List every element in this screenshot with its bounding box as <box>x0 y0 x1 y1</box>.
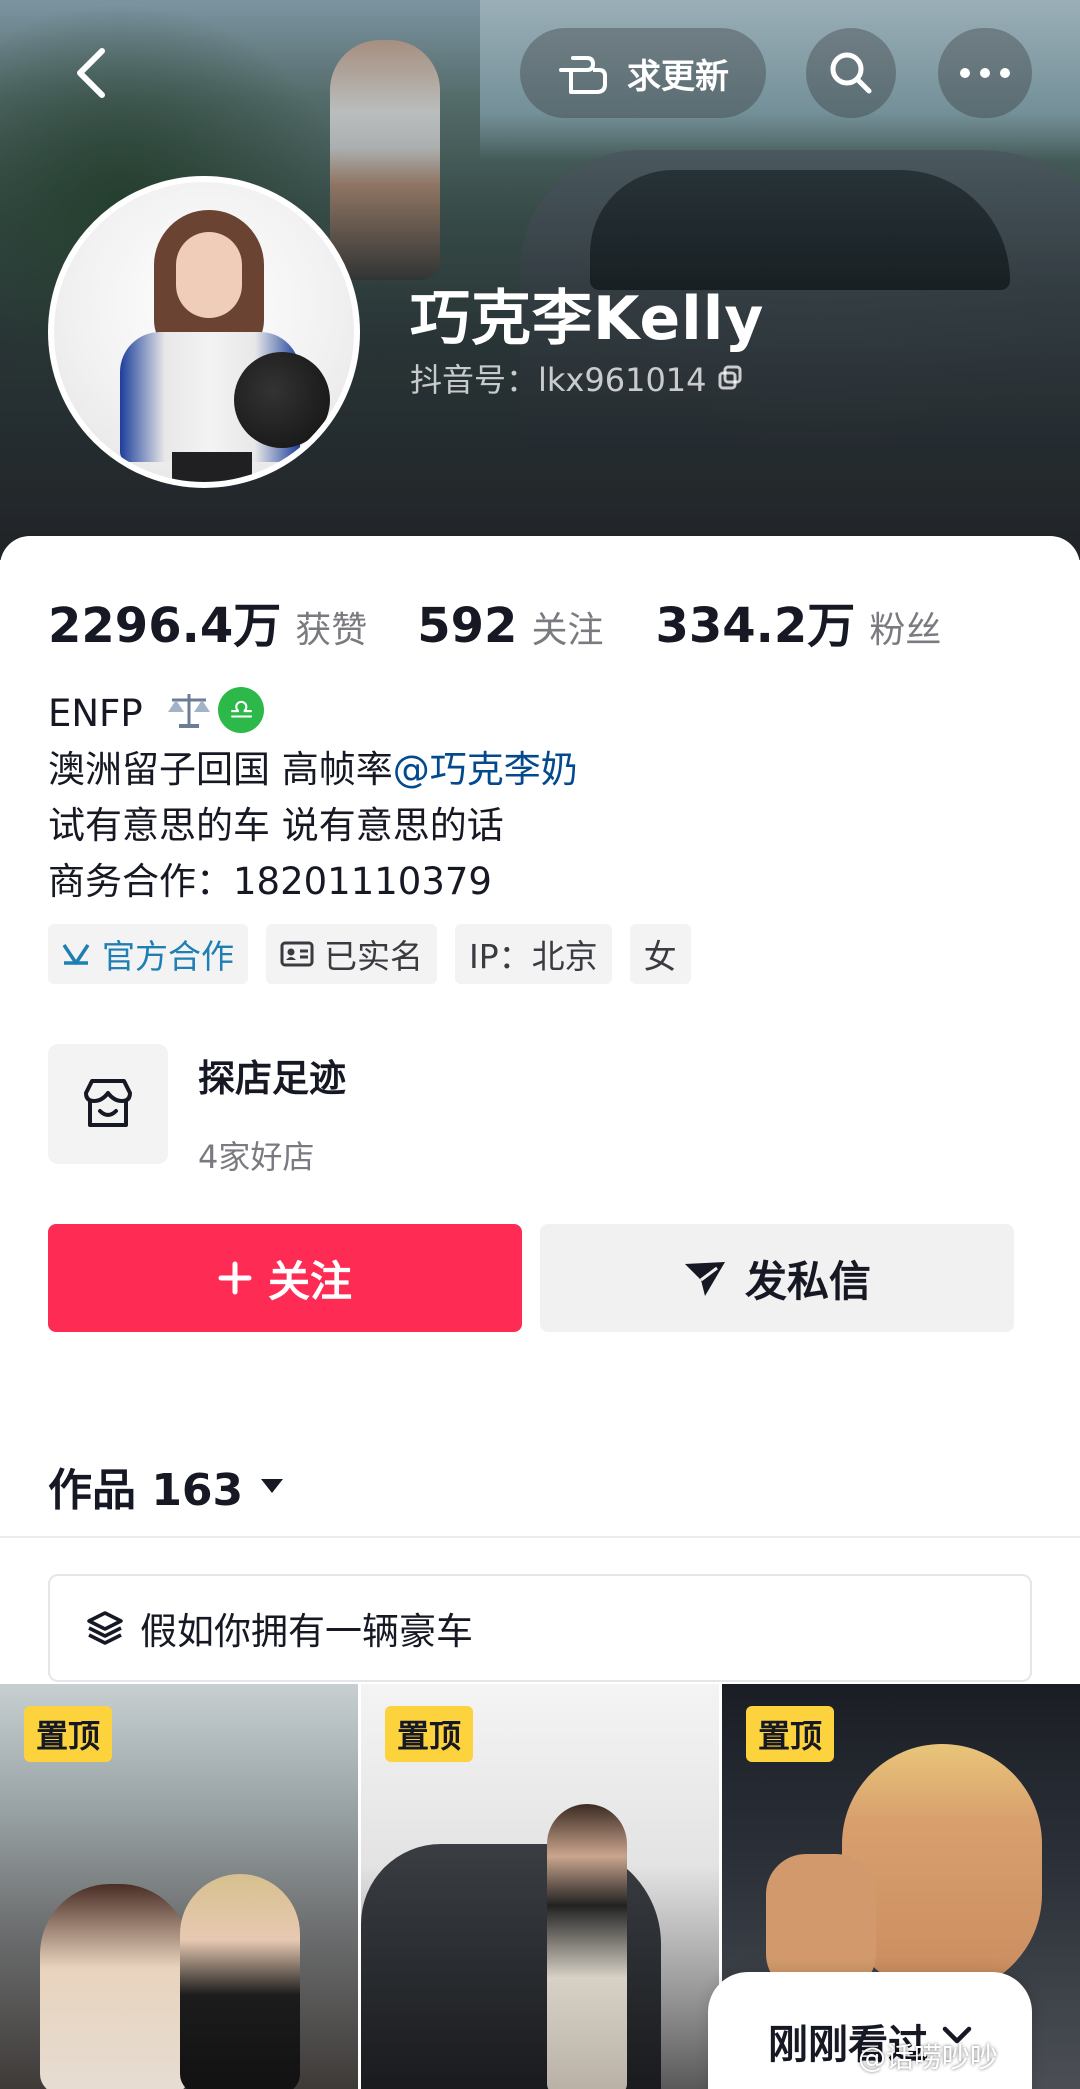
tag-official-cooperation[interactable]: 官方合作 <box>48 924 248 984</box>
likes-label: 获赞 <box>295 610 368 651</box>
send-icon <box>684 1262 725 1296</box>
bio: ENFP ♎ 澳洲留子回国 高帧率@巧克李奶 试有意思的车 说有意思的话 商务合… <box>48 686 578 910</box>
zodiac-emojis: ♎ <box>166 687 265 733</box>
profile-tags: 官方合作 已实名 IP：北京 女 <box>48 924 691 984</box>
request-update-label: 求更新 <box>627 56 729 97</box>
back-arrow-icon <box>77 48 105 98</box>
store-icon <box>84 1079 132 1127</box>
avatar[interactable] <box>48 176 360 488</box>
followers-count[interactable]: 334.2万 <box>655 586 855 656</box>
libra-icon: ♎ <box>218 687 265 733</box>
video-thumbnail[interactable]: 置顶 <box>361 1684 719 2089</box>
bio-line-3: 试有意思的车 说有意思的话 <box>48 804 504 847</box>
shop-footprint[interactable]: 探店足迹 4家好店 <box>48 1044 346 1178</box>
divider <box>0 1536 1080 1538</box>
more-dots-icon <box>960 68 1010 78</box>
official-cooperation-icon <box>62 944 90 965</box>
works-tab[interactable]: 作品 163 <box>48 1454 285 1518</box>
following-label[interactable]: 关注 <box>531 601 603 653</box>
shop-subtitle: 4家好店 <box>198 1138 315 1176</box>
search-button[interactable] <box>806 28 896 118</box>
followers-label[interactable]: 粉丝 <box>869 601 941 653</box>
plus-icon <box>218 1261 252 1295</box>
tag-gender: 女 <box>629 924 691 984</box>
nickname: 巧克李Kelly <box>410 284 765 354</box>
id-card-icon <box>280 941 314 967</box>
tag-ip-location: IP：北京 <box>455 924 612 984</box>
copy-icon[interactable] <box>717 365 743 391</box>
profile-stats: 2296.4万 获赞 592 关注 334.2万 粉丝 <box>48 586 941 656</box>
shop-title: 探店足迹 <box>198 1057 346 1100</box>
mention-link[interactable]: @巧克李奶 <box>393 748 578 791</box>
works-label: 作品 163 <box>48 1465 244 1516</box>
search-icon <box>830 52 872 94</box>
bio-line-4: 商务合作：18201110379 <box>48 860 492 903</box>
douyin-id-text: 抖音号：lkx961014 <box>410 361 707 399</box>
layers-icon <box>87 1611 123 1645</box>
mbti-text: ENFP <box>48 692 143 735</box>
pinned-badge: 置顶 <box>746 1706 835 1762</box>
scales-icon <box>168 694 211 728</box>
bio-line-1: ENFP ♎ <box>48 686 578 742</box>
send-message-button[interactable]: 发私信 <box>540 1224 1014 1332</box>
watermark: @话唠吵吵 <box>858 2041 999 2074</box>
follow-button[interactable]: 关注 <box>48 1224 522 1332</box>
playlist-label: 假如你拥有一辆豪车 <box>140 1610 473 1653</box>
request-update-button[interactable]: 求更新 <box>520 28 766 118</box>
back-button[interactable] <box>52 28 132 118</box>
pinned-badge: 置顶 <box>24 1706 113 1762</box>
video-thumbnail[interactable]: 置顶 <box>0 1684 358 2089</box>
playlist-entry[interactable]: 假如你拥有一辆豪车 <box>48 1574 1032 1682</box>
pinned-badge: 置顶 <box>385 1706 474 1762</box>
tag-verified-identity[interactable]: 已实名 <box>266 924 437 984</box>
caret-down-icon <box>261 1479 284 1493</box>
likes-count: 2296.4万 <box>48 598 282 654</box>
following-count[interactable]: 592 <box>417 598 517 654</box>
more-button[interactable] <box>938 28 1032 118</box>
douyin-id[interactable]: 抖音号：lkx961014 <box>410 355 743 401</box>
bio-line-2: 澳洲留子回国 高帧率@巧克李奶 <box>48 748 578 791</box>
pointing-hand-icon <box>559 56 607 94</box>
